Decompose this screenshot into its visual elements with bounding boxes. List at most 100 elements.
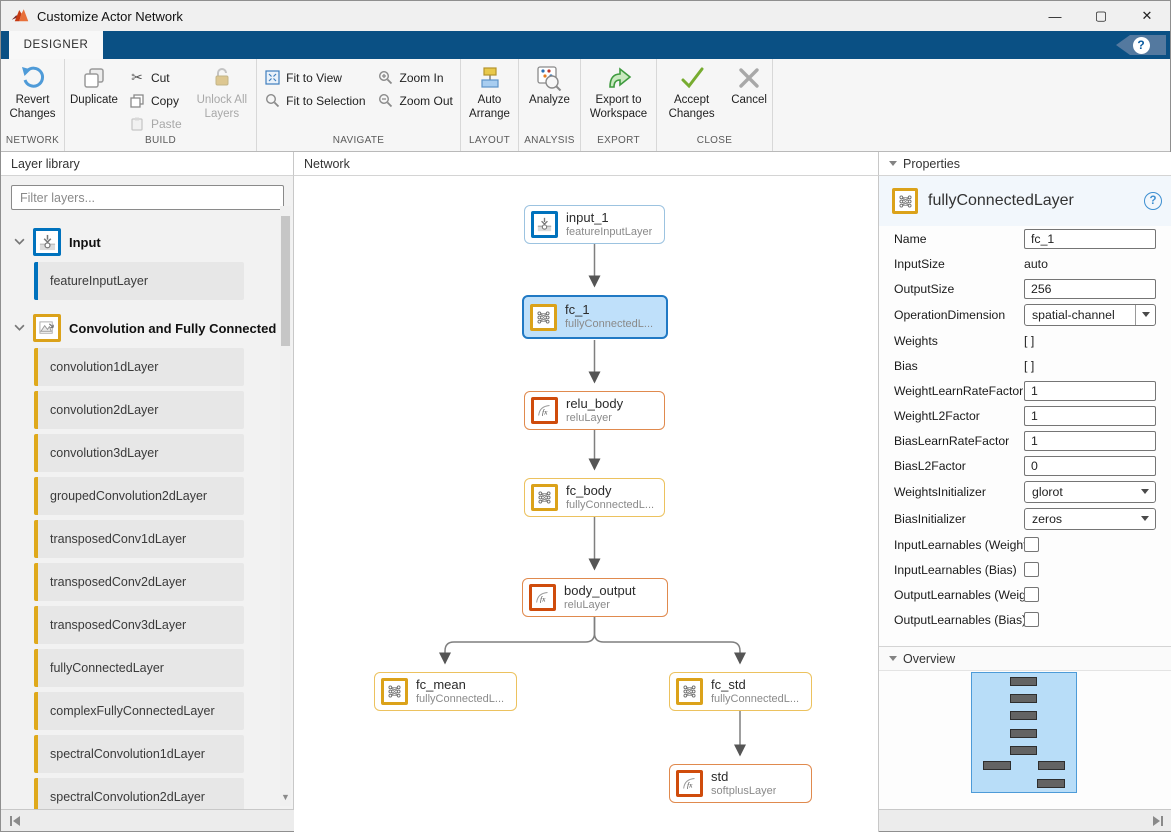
library-item-featureInputLayer[interactable]: featureInputLayer (34, 262, 244, 300)
cancel-button[interactable]: Cancel (726, 59, 772, 135)
node-relu_body[interactable]: fx relu_bodyreluLayer (524, 391, 665, 430)
section-convolution[interactable]: Convolution and Fully Connected (14, 312, 293, 344)
output-learnables-weights-checkbox[interactable] (1024, 587, 1039, 602)
chevron-down-icon (14, 238, 25, 246)
node-title: fc_1 (565, 303, 653, 318)
output-learnables-bias-checkbox[interactable] (1024, 612, 1039, 627)
minimize-button[interactable]: — (1032, 1, 1078, 31)
auto-arrange-icon (477, 65, 503, 91)
weight-l2-factor-field[interactable] (1024, 406, 1156, 426)
duplicate-button[interactable]: Duplicate (65, 59, 123, 135)
operation-dimension-dropdown[interactable]: spatial-channel (1024, 304, 1156, 326)
unlock-all-layers-button[interactable]: Unlock All Layers (188, 59, 256, 135)
library-item-transposedConv3dLayer[interactable]: transposedConv3dLayer (34, 606, 244, 644)
node-fc_1[interactable]: fc_1fullyConnectedL... (522, 295, 668, 339)
layer-help-icon[interactable]: ? (1144, 192, 1162, 210)
bias-learn-rate-factor-field[interactable] (1024, 431, 1156, 451)
property-row: InputSizeauto (879, 251, 1171, 276)
node-type: fullyConnectedL... (565, 318, 653, 331)
bias-initializer-dropdown[interactable]: zeros (1024, 508, 1156, 530)
item-color-bar (34, 692, 38, 730)
section-input[interactable]: Input (14, 226, 293, 258)
overview-node (983, 761, 1011, 770)
collapse-panel-left-icon[interactable] (9, 815, 22, 827)
properties-panel-header[interactable]: Properties (879, 152, 1171, 176)
cut-button[interactable]: ✂ Cut (129, 66, 182, 89)
node-title: fc_mean (416, 678, 504, 693)
property-row: BiasInitializer zeros (879, 505, 1171, 532)
overview-node (1010, 694, 1037, 703)
library-item-convolution1dLayer[interactable]: convolution1dLayer (34, 348, 244, 386)
relu-layer-icon: fx (531, 397, 558, 424)
section-label: Convolution and Fully Connected (69, 321, 276, 336)
library-item-complexFullyConnectedLayer[interactable]: complexFullyConnectedLayer (34, 692, 244, 730)
revert-changes-button[interactable]: Revert Changes (1, 59, 64, 135)
convolution-category-icon (33, 314, 61, 342)
ribbon-tab-band: DESIGNER ? (1, 31, 1170, 59)
outputsize-field[interactable] (1024, 279, 1156, 299)
bias-l2-factor-field[interactable] (1024, 456, 1156, 476)
group-analysis: Analyze ANALYSIS (519, 59, 581, 151)
node-fc_mean[interactable]: fc_meanfullyConnectedL... (374, 672, 517, 711)
chevron-down-icon (1135, 482, 1155, 502)
node-fc_std[interactable]: fc_stdfullyConnectedL... (669, 672, 812, 711)
node-input_1[interactable]: input_1featureInputLayer (524, 205, 665, 244)
property-row: OutputLearnables (Bias) (879, 607, 1171, 632)
library-scrollbar[interactable]: ▼ (280, 206, 291, 806)
item-color-bar (34, 434, 38, 472)
node-type: fullyConnectedL... (416, 693, 504, 706)
paste-button[interactable]: Paste (129, 112, 182, 135)
library-item-transposedConv1dLayer[interactable]: transposedConv1dLayer (34, 520, 244, 558)
library-item-convolution3dLayer[interactable]: convolution3dLayer (34, 434, 244, 472)
property-row: BiasL2Factor (879, 453, 1171, 478)
scrollbar-thumb[interactable] (281, 216, 290, 346)
library-item-convolution2dLayer[interactable]: convolution2dLayer (34, 391, 244, 429)
collapse-panel-right-icon[interactable] (1151, 815, 1164, 827)
network-canvas[interactable]: input_1featureInputLayer fc_1fullyConnec… (294, 176, 879, 832)
property-row: WeightL2Factor (879, 403, 1171, 428)
input-learnables-bias-checkbox[interactable] (1024, 562, 1039, 577)
item-color-bar (34, 477, 38, 515)
zoom-out-button[interactable]: Zoom Out (378, 89, 453, 112)
auto-arrange-button[interactable]: Auto Arrange (461, 59, 518, 135)
node-title: fc_body (566, 484, 654, 499)
zoom-in-button[interactable]: Zoom In (378, 66, 453, 89)
node-type: softplusLayer (711, 785, 776, 798)
accept-changes-button[interactable]: Accept Changes (657, 59, 726, 135)
overview-minimap[interactable] (879, 671, 1171, 811)
close-button[interactable]: ✕ (1124, 1, 1170, 31)
relu-layer-icon: fx (529, 584, 556, 611)
title-bar: Customize Actor Network — ▢ ✕ (1, 1, 1170, 31)
group-label-layout: LAYOUT (461, 135, 518, 151)
library-item-spectralConvolution2dLayer[interactable]: spectralConvolution2dLayer (34, 778, 244, 811)
library-item-groupedConvolution2dLayer[interactable]: groupedConvolution2dLayer (34, 477, 244, 515)
property-row: WeightLearnRateFactor (879, 378, 1171, 403)
export-to-workspace-button[interactable]: Export to Workspace (581, 59, 656, 135)
tab-designer[interactable]: DESIGNER (9, 31, 103, 59)
item-color-bar (34, 563, 38, 601)
library-item-spectralConvolution1dLayer[interactable]: spectralConvolution1dLayer (34, 735, 244, 773)
copy-button[interactable]: Copy (129, 89, 182, 112)
node-std[interactable]: fx stdsoftplusLayer (669, 764, 812, 803)
weight-learn-rate-factor-field[interactable] (1024, 381, 1156, 401)
library-item-fullyConnectedLayer[interactable]: fullyConnectedLayer (34, 649, 244, 687)
network-panel-header: Network (294, 152, 879, 176)
fit-to-view-button[interactable]: Fit to View (264, 66, 365, 89)
overview-node (1010, 677, 1037, 686)
overview-header[interactable]: Overview (879, 647, 1171, 671)
maximize-button[interactable]: ▢ (1078, 1, 1124, 31)
node-fc_body[interactable]: fc_bodyfullyConnectedL... (524, 478, 665, 517)
feature-input-layer-icon (531, 211, 558, 238)
filter-layers-input[interactable] (11, 185, 284, 210)
fit-to-selection-button[interactable]: Fit to Selection (264, 89, 365, 112)
weights-initializer-dropdown[interactable]: glorot (1024, 481, 1156, 503)
analyze-button[interactable]: Analyze (524, 59, 575, 135)
minimap-viewport[interactable] (971, 672, 1077, 793)
duplicate-icon (81, 65, 107, 91)
library-item-transposedConv2dLayer[interactable]: transposedConv2dLayer (34, 563, 244, 601)
name-field[interactable] (1024, 229, 1156, 249)
help-button[interactable]: ? (1116, 35, 1166, 55)
input-learnables-weights-checkbox[interactable] (1024, 537, 1039, 552)
node-body_output[interactable]: fx body_outputreluLayer (522, 578, 668, 617)
scrollbar-down-arrow[interactable]: ▼ (280, 792, 291, 802)
